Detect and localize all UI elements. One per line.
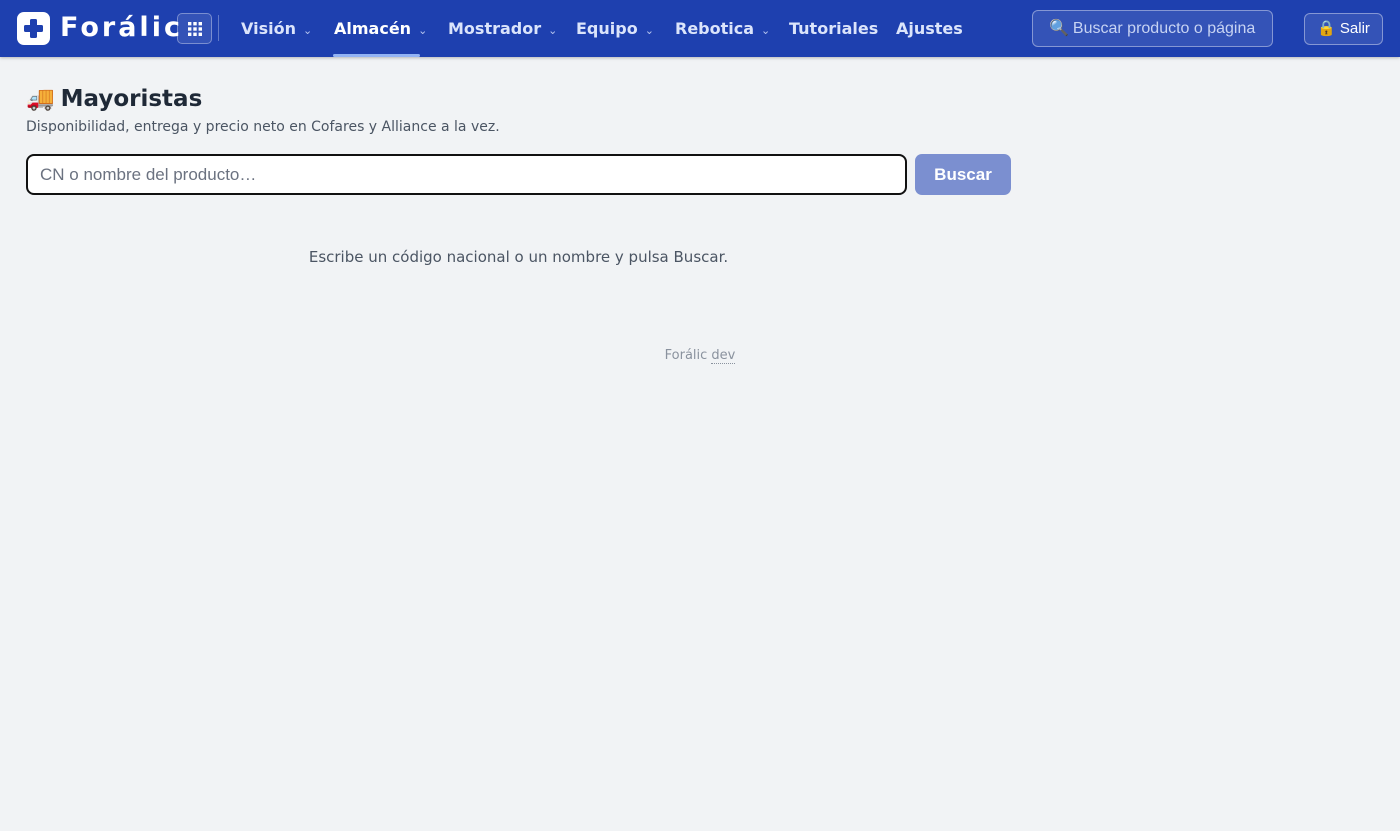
brand-name[interactable]: Forálic [60,11,183,45]
nav-item-mostrador[interactable]: Mostrador ⌄ [448,0,557,57]
search-button[interactable]: Buscar [915,154,1011,195]
logo-cross-icon[interactable] [17,12,50,45]
nav-item-vision[interactable]: Visión ⌄ [241,0,312,57]
nav-item-label: Visión [241,19,296,38]
chevron-down-icon: ⌄ [548,24,558,37]
chevron-down-icon: ⌄ [302,24,313,37]
nav-item-tutoriales[interactable]: Tutoriales [789,0,878,57]
page-title-text: Mayoristas [60,86,203,112]
nav-item-almacen[interactable]: Almacén ⌄ [334,0,427,57]
chevron-down-icon: ⌄ [418,24,428,37]
search-icon: 🔍 [1049,20,1069,37]
footer: Forálic dev [0,346,1400,366]
empty-state-hint: Escribe un código nacional o un nombre y… [308,248,729,266]
active-nav-indicator [333,54,420,57]
nav-item-label: Ajustes [896,19,963,38]
global-search-input[interactable]: 🔍 Buscar producto o página [1032,10,1273,47]
product-search-input[interactable] [26,154,907,195]
lock-icon: 🔒 [1317,20,1336,37]
environment-badge: dev [711,348,736,364]
logout-button[interactable]: 🔒 Salir [1304,13,1383,45]
page-subtitle: Disponibilidad, entrega y precio neto en… [26,119,500,135]
nav-item-label: Almacén [334,19,412,38]
nav-item-ajustes[interactable]: Ajustes [896,0,963,57]
chevron-down-icon: ⌄ [761,24,771,37]
nav-item-rebotica[interactable]: Rebotica ⌄ [675,0,770,57]
truck-icon: 🚚 [26,86,55,112]
chevron-down-icon: ⌄ [644,24,654,37]
nav-item-label: Equipo [576,19,638,38]
nav-item-label: Tutoriales [789,19,879,38]
logout-label: Salir [1339,20,1370,37]
nav-item-label: Mostrador [448,19,542,38]
nav-divider [218,15,219,41]
nav-item-label: Rebotica [675,19,755,38]
nav-item-equipo[interactable]: Equipo ⌄ [576,0,654,57]
page-title: 🚚 Mayoristas [26,83,202,115]
grid-icon [188,22,202,36]
global-search-placeholder: Buscar producto o página [1072,20,1256,37]
top-navigation-bar: Forálic Visión ⌄ Almacén ⌄ Mostrador ⌄ Equi… [0,0,1400,57]
footer-brand: Forálic [664,348,708,363]
apps-grid-button[interactable] [177,13,212,44]
